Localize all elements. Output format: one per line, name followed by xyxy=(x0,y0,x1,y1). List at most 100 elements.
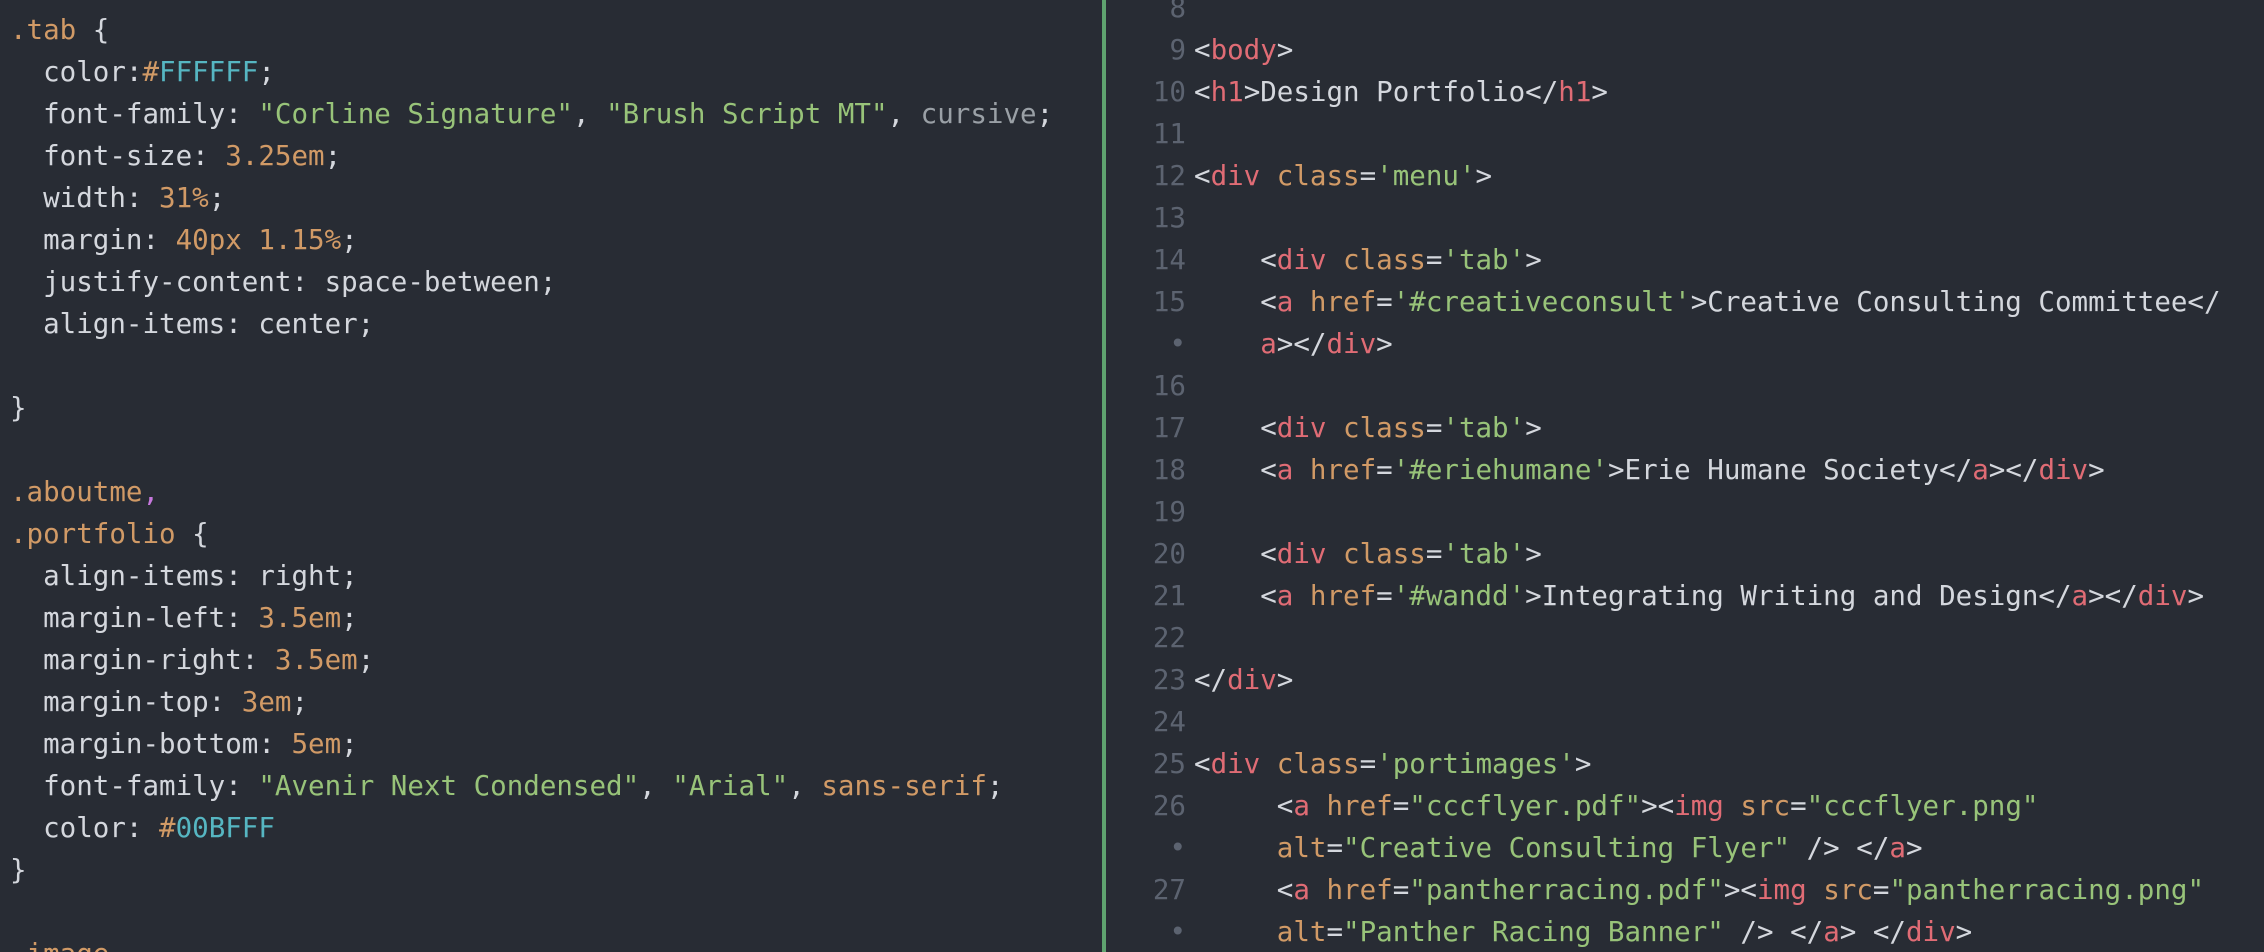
code-line[interactable]: color: #00BFFF xyxy=(0,807,1102,849)
code-token: margin: xyxy=(10,224,176,256)
code-token: >Erie Humane Society</ xyxy=(1607,454,1973,486)
code-token: ; xyxy=(341,602,358,634)
code-token: > xyxy=(2088,454,2105,486)
code-token: .image xyxy=(10,938,109,952)
code-token: a xyxy=(1972,454,1989,486)
code-line[interactable]: 27 <a href="pantherracing.pdf"><img src=… xyxy=(1106,869,2264,911)
code-line[interactable] xyxy=(0,891,1102,933)
code-line[interactable]: font-family: "Avenir Next Condensed", "A… xyxy=(0,765,1102,807)
code-line[interactable]: 15 <a href='#creativeconsult'>Creative C… xyxy=(1106,281,2264,323)
code-line[interactable]: 13 xyxy=(1106,197,2264,239)
code-line[interactable]: margin-right: 3.5em; xyxy=(0,639,1102,681)
code-line[interactable]: 24 xyxy=(1106,701,2264,743)
code-line[interactable]: 10 <h1>Design Portfolio</h1> xyxy=(1106,71,2264,113)
code-token: '#wandd' xyxy=(1392,580,1526,612)
code-line[interactable]: margin-bottom: 5em; xyxy=(0,723,1102,765)
code-token: margin-right: xyxy=(10,644,275,676)
code-token: div xyxy=(1276,412,1327,444)
code-line[interactable]: align-items: right; xyxy=(0,555,1102,597)
code-line[interactable]: • a></div> xyxy=(1106,323,2264,365)
code-line-text: a></div> xyxy=(1194,323,1393,365)
code-line[interactable]: 20 <div class='tab'> xyxy=(1106,533,2264,575)
code-line[interactable]: .aboutme, xyxy=(0,471,1102,513)
code-line[interactable]: 11 xyxy=(1106,113,2264,155)
code-token: class xyxy=(1343,412,1426,444)
code-token: class xyxy=(1276,160,1360,192)
code-token: = xyxy=(1359,160,1377,192)
line-number: 21 xyxy=(1152,580,1186,612)
code-token: 5em xyxy=(291,728,342,760)
line-number: 16 xyxy=(1152,370,1186,402)
code-line[interactable]: 12 <div class='menu'> xyxy=(1106,155,2264,197)
code-line[interactable]: • alt="Panther Racing Banner" /> </a> </… xyxy=(1106,911,2264,952)
code-token: class xyxy=(1343,538,1426,570)
code-token: "cccflyer.png" xyxy=(1806,790,2039,822)
code-line[interactable]: margin-left: 3.5em; xyxy=(0,597,1102,639)
code-token: 00BFFF xyxy=(175,812,275,844)
code-token: "Corline Signature" xyxy=(258,98,573,130)
code-line[interactable]: 26 <a href="cccflyer.pdf"><img src="cccf… xyxy=(1106,785,2264,827)
code-line[interactable]: justify-content: space-between; xyxy=(0,261,1102,303)
code-line[interactable]: font-size: 3.25em; xyxy=(0,135,1102,177)
code-line[interactable]: 14 <div class='tab'> xyxy=(1106,239,2264,281)
code-token: < xyxy=(1194,580,1277,612)
code-token: body xyxy=(1210,34,1277,66)
code-token: div xyxy=(1276,244,1327,276)
line-number: 26 xyxy=(1152,790,1186,822)
code-token: { xyxy=(76,14,110,46)
code-line[interactable]: 21 <a href='#wandd'>Integrating Writing … xyxy=(1106,575,2264,617)
code-line[interactable]: .tab { xyxy=(0,9,1102,51)
code-line[interactable]: width: 31%; xyxy=(0,177,1102,219)
code-line-text: .aboutme, xyxy=(10,471,159,513)
code-line[interactable]: } xyxy=(0,849,1102,891)
code-token: < xyxy=(1194,34,1211,66)
code-line[interactable]: 19 xyxy=(1106,491,2264,533)
code-token: align-items: right; xyxy=(10,560,358,592)
code-line[interactable]: 16 xyxy=(1106,365,2264,407)
css-editor-pane[interactable]: .tab { color:#FFFFFF; font-family: "Corl… xyxy=(0,0,1102,952)
code-token: ; xyxy=(1036,98,1054,130)
code-line-text: align-items: right; xyxy=(10,555,358,597)
code-line[interactable] xyxy=(0,345,1102,387)
code-line[interactable] xyxy=(0,429,1102,471)
line-number: 27 xyxy=(1152,874,1186,906)
code-line[interactable]: 25 <div class='portimages'> xyxy=(1106,743,2264,785)
code-line[interactable]: 8 xyxy=(1106,0,2264,29)
code-line-text: <a href='#creativeconsult'>Creative Cons… xyxy=(1194,281,2221,323)
code-token: >< xyxy=(1641,790,1675,822)
code-token: a xyxy=(1293,790,1310,822)
code-token: >Creative Consulting Committee</ xyxy=(1690,286,2221,318)
code-line[interactable]: align-items: center; xyxy=(0,303,1102,345)
code-line-text: <a href='#eriehumane'>Erie Humane Societ… xyxy=(1194,449,2105,491)
code-line[interactable]: font-family: "Corline Signature", "Brush… xyxy=(0,93,1102,135)
code-line[interactable]: 9 <body> xyxy=(1106,29,2264,71)
code-line[interactable]: margin-top: 3em; xyxy=(0,681,1102,723)
line-number: 15 xyxy=(1152,286,1186,318)
code-token: ; xyxy=(341,224,358,256)
code-line[interactable]: margin: 40px 1.15%; xyxy=(0,219,1102,261)
code-line[interactable]: color:#FFFFFF; xyxy=(0,51,1102,93)
code-token: color: xyxy=(10,812,160,844)
code-line[interactable]: 17 <div class='tab'> xyxy=(1106,407,2264,449)
code-line[interactable]: .image xyxy=(0,933,1102,952)
code-token: < xyxy=(1194,76,1211,108)
code-line-text: margin-left: 3.5em; xyxy=(10,597,358,639)
code-token: alt xyxy=(1276,916,1327,948)
line-number: • xyxy=(1169,916,1186,948)
code-line-text: font-family: "Avenir Next Condensed", "A… xyxy=(10,765,1003,807)
code-line[interactable]: 18 <a href='#eriehumane'>Erie Humane Soc… xyxy=(1106,449,2264,491)
code-token: div xyxy=(1210,748,1261,780)
code-token: > xyxy=(1376,328,1393,360)
code-line[interactable]: } xyxy=(0,387,1102,429)
code-line[interactable]: • alt="Creative Consulting Flyer" /> </a… xyxy=(1106,827,2264,869)
code-line[interactable]: .portfolio { xyxy=(0,513,1102,555)
code-token: , xyxy=(639,770,673,802)
code-line-text: alt="Panther Racing Banner" /> </a> </di… xyxy=(1194,911,1972,952)
code-token: .aboutme xyxy=(10,476,143,508)
html-editor-pane[interactable]: 8 9 <body> 10 <h1>Design Portfolio</h1> 11 12 <… xyxy=(1106,0,2264,952)
code-line[interactable]: 22 xyxy=(1106,617,2264,659)
code-token: > xyxy=(1276,664,1294,696)
code-line[interactable]: 23 </div> xyxy=(1106,659,2264,701)
